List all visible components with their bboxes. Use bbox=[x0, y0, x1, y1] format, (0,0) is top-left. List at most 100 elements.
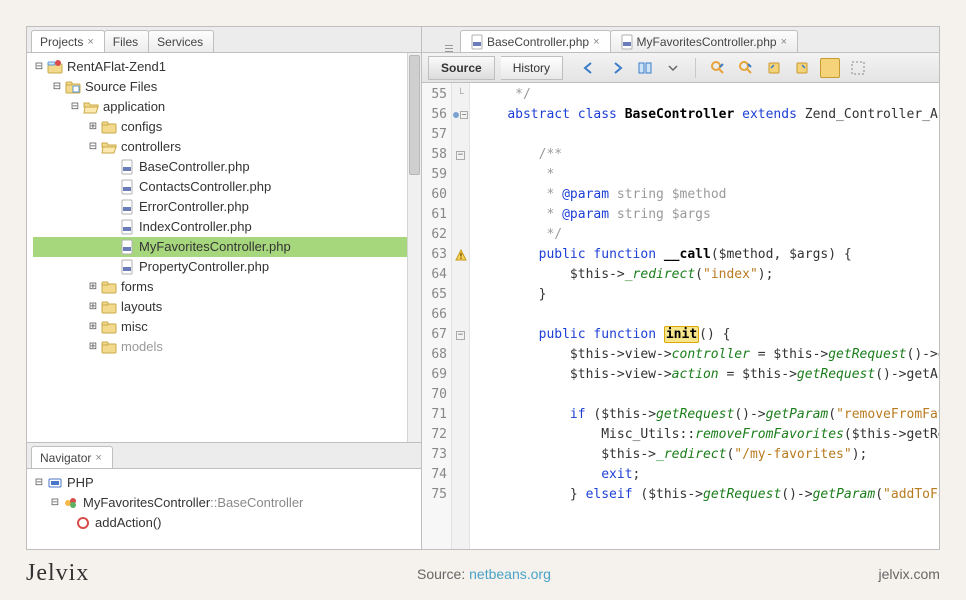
tree-expander-icon[interactable]: ⊟ bbox=[49, 493, 61, 513]
tree-item[interactable]: ⊞models bbox=[33, 337, 407, 357]
tree-item-label: IndexController.php bbox=[139, 217, 252, 237]
bookmark-prev-icon[interactable] bbox=[764, 58, 784, 78]
tree-item[interactable]: MyFavoritesController.php bbox=[33, 237, 407, 257]
brand-logo: Jelvix bbox=[26, 560, 89, 587]
tree-expander-icon[interactable]: ⊟ bbox=[33, 473, 45, 493]
folder-source-icon bbox=[65, 79, 81, 95]
forward-icon[interactable] bbox=[607, 58, 627, 78]
back-icon[interactable] bbox=[579, 58, 599, 78]
left-column: Projects×FilesServices ⊟RentAFlat-Zend1⊟… bbox=[27, 27, 422, 549]
navigator-body: ⊟ PHP ⊟ MyFavoritesController :: BaseCon… bbox=[27, 469, 421, 549]
dropdown-icon[interactable] bbox=[663, 58, 683, 78]
tree-expander-icon[interactable]: ⊟ bbox=[51, 77, 63, 97]
tree-item[interactable]: ErrorController.php bbox=[33, 197, 407, 217]
navigator-class[interactable]: ⊟ MyFavoritesController :: BaseControlle… bbox=[33, 493, 415, 513]
code-line[interactable]: abstract class BaseController extends Ze… bbox=[476, 105, 933, 125]
tree-item-label: Source Files bbox=[85, 77, 157, 97]
diff-icon[interactable] bbox=[635, 58, 655, 78]
tree-expander-icon[interactable]: ⊞ bbox=[87, 277, 99, 297]
code-line[interactable]: public function init() { bbox=[476, 325, 933, 345]
close-icon[interactable]: × bbox=[87, 36, 93, 48]
code-line[interactable]: exit; bbox=[476, 465, 933, 485]
tree-expander-icon[interactable]: ⊟ bbox=[87, 137, 99, 157]
glyph-cell bbox=[452, 185, 469, 205]
tab-projects[interactable]: Projects× bbox=[31, 30, 105, 52]
tree-expander-icon[interactable]: ⊟ bbox=[69, 97, 81, 117]
tab-label: Services bbox=[157, 35, 203, 49]
tab-services[interactable]: Services bbox=[148, 30, 214, 52]
tree-item[interactable]: PropertyController.php bbox=[33, 257, 407, 277]
selection-icon[interactable] bbox=[848, 58, 868, 78]
tree-expander-icon[interactable]: ⊞ bbox=[87, 297, 99, 317]
project-tree[interactable]: ⊟RentAFlat-Zend1⊟Source Files⊟applicatio… bbox=[27, 53, 407, 442]
editor-tab[interactable]: BaseController.php× bbox=[460, 30, 611, 52]
code-line[interactable]: /** bbox=[476, 145, 933, 165]
method-public-icon bbox=[75, 515, 91, 531]
code-area[interactable]: */ abstract class BaseController extends… bbox=[470, 83, 939, 549]
ide-frame: Projects×FilesServices ⊟RentAFlat-Zend1⊟… bbox=[26, 26, 940, 550]
code-line[interactable] bbox=[476, 305, 933, 325]
code-line[interactable] bbox=[476, 385, 933, 405]
tree-item[interactable]: ⊟RentAFlat-Zend1 bbox=[33, 57, 407, 77]
code-line[interactable]: $this->view->controller = $this->getRequ… bbox=[476, 345, 933, 365]
tree-item[interactable]: ⊞forms bbox=[33, 277, 407, 297]
tree-item[interactable]: ⊞misc bbox=[33, 317, 407, 337]
tree-item[interactable]: ⊞layouts bbox=[33, 297, 407, 317]
code-editor[interactable]: 5556575859606162636465666768697071727374… bbox=[422, 83, 939, 549]
code-line[interactable]: if ($this->getRequest()->getParam("remov… bbox=[476, 405, 933, 425]
tab-drag-handle-icon[interactable] bbox=[442, 45, 456, 52]
code-line[interactable]: * bbox=[476, 165, 933, 185]
source-link[interactable]: netbeans.org bbox=[469, 566, 551, 582]
code-line[interactable]: $this->view->action = $this->getRequest(… bbox=[476, 365, 933, 385]
tab-label: Navigator bbox=[40, 451, 91, 465]
line-number: 59 bbox=[426, 165, 447, 185]
tree-item-label: configs bbox=[121, 117, 162, 137]
tab-navigator[interactable]: Navigator × bbox=[31, 446, 113, 468]
tab-files[interactable]: Files bbox=[104, 30, 149, 52]
tree-item-label: ErrorController.php bbox=[139, 197, 249, 217]
php-file-icon bbox=[119, 239, 135, 255]
source-tab[interactable]: Source bbox=[428, 56, 495, 80]
bookmark-next-icon[interactable] bbox=[792, 58, 812, 78]
navigator-panel: Navigator × ⊟ PHP ⊟ MyFavoritesControll bbox=[27, 442, 421, 549]
tree-item-label: BaseController.php bbox=[139, 157, 250, 177]
scroll-thumb[interactable] bbox=[409, 55, 420, 175]
tree-expander-icon[interactable]: ⊞ bbox=[87, 317, 99, 337]
editor-tab[interactable]: MyFavoritesController.php× bbox=[610, 30, 799, 52]
close-icon[interactable]: × bbox=[781, 36, 787, 48]
tree-item[interactable]: ⊟application bbox=[33, 97, 407, 117]
tree-item[interactable]: ⊟controllers bbox=[33, 137, 407, 157]
line-number: 62 bbox=[426, 225, 447, 245]
tree-item[interactable]: ContactsController.php bbox=[33, 177, 407, 197]
search-prev-icon[interactable] bbox=[708, 58, 728, 78]
navigator-root[interactable]: ⊟ PHP bbox=[33, 473, 415, 493]
code-line[interactable]: } elseif ($this->getRequest()->getParam(… bbox=[476, 485, 933, 505]
close-icon[interactable]: × bbox=[593, 36, 599, 48]
code-line[interactable]: * @param string $args bbox=[476, 205, 933, 225]
navigator-member[interactable]: addAction() bbox=[33, 513, 415, 533]
tree-expander-icon[interactable]: ⊟ bbox=[33, 57, 45, 77]
tree-expander-icon[interactable]: ⊞ bbox=[87, 117, 99, 137]
code-line[interactable]: * @param string $method bbox=[476, 185, 933, 205]
line-number: 71 bbox=[426, 405, 447, 425]
tree-item[interactable]: ⊞ configs bbox=[33, 117, 407, 137]
glyph-cell bbox=[452, 225, 469, 245]
search-next-icon[interactable] bbox=[736, 58, 756, 78]
code-line[interactable]: Misc_Utils::removeFromFavorites($this->g… bbox=[476, 425, 933, 445]
code-line[interactable]: public function __call($method, $args) { bbox=[476, 245, 933, 265]
code-line[interactable]: } bbox=[476, 285, 933, 305]
tree-item[interactable]: ⊟ Source Files bbox=[33, 77, 407, 97]
code-line[interactable]: $this->_redirect("/my-favorites"); bbox=[476, 445, 933, 465]
tree-item-label: PropertyController.php bbox=[139, 257, 269, 277]
bookmark-toggle-icon[interactable] bbox=[820, 58, 840, 78]
code-line[interactable]: */ bbox=[476, 225, 933, 245]
history-tab[interactable]: History bbox=[501, 56, 563, 80]
projects-scrollbar[interactable] bbox=[407, 53, 421, 442]
tree-item[interactable]: IndexController.php bbox=[33, 217, 407, 237]
code-line[interactable] bbox=[476, 125, 933, 145]
code-line[interactable]: $this->_redirect("index"); bbox=[476, 265, 933, 285]
tree-item[interactable]: BaseController.php bbox=[33, 157, 407, 177]
code-line[interactable]: */ bbox=[476, 85, 933, 105]
close-icon[interactable]: × bbox=[95, 452, 101, 464]
tree-expander-icon[interactable]: ⊞ bbox=[87, 337, 99, 357]
